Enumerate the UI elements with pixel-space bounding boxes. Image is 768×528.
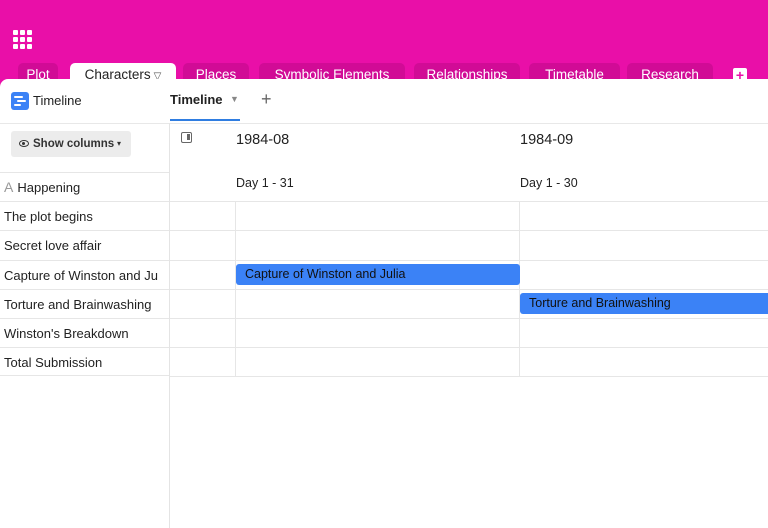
record-list: Show columns ▾ A Happening The plot begin… [0, 123, 170, 528]
chevron-down-icon[interactable]: ▼ [230, 94, 239, 104]
day-range: Day 1 - 30 [520, 176, 578, 190]
month-header: 1984-08 [236, 132, 290, 148]
list-item[interactable]: The plot begins [0, 201, 169, 230]
grid-row-line [170, 376, 768, 377]
apps-menu-icon[interactable] [13, 30, 33, 50]
day-range: Day 1 - 31 [236, 176, 294, 190]
chevron-down-icon: ▾ [117, 139, 122, 148]
view-toolbar: Timeline Timeline ▼ + [0, 79, 768, 124]
eye-icon [19, 140, 29, 147]
list-item[interactable]: Secret love affair [0, 230, 169, 259]
column-header-happening[interactable]: A Happening [0, 172, 169, 201]
active-view-indicator [170, 119, 240, 121]
grid-row-line [170, 318, 768, 319]
show-columns-button[interactable]: Show columns ▾ [11, 131, 131, 157]
view-title: Timeline [33, 93, 82, 108]
main-panel: Timeline Timeline ▼ + Show columns ▾ A Ha… [0, 79, 768, 528]
grid-row-line [170, 201, 768, 202]
grid-row-line [170, 289, 768, 290]
list-item[interactable]: Capture of Winston and Ju [0, 260, 169, 289]
month-header: 1984-09 [520, 132, 574, 148]
grid-row-line [170, 347, 768, 348]
timeline-bar[interactable]: Torture and Brainwashing [520, 293, 768, 314]
grid-row-line [170, 230, 768, 231]
timeline-grid: 1984-08 1984-09 Day 1 - 31 Day 1 - 30 Ca… [170, 123, 768, 528]
list-item[interactable]: Torture and Brainwashing [0, 289, 169, 318]
list-item[interactable]: Total Submission [0, 347, 169, 376]
text-field-icon: A [4, 179, 14, 195]
view-tab-timeline[interactable]: Timeline [170, 92, 223, 107]
timeline-bar[interactable]: Capture of Winston and Julia [236, 264, 520, 285]
collapse-sidebar-icon[interactable] [181, 132, 192, 143]
grid-row-line [170, 260, 768, 261]
list-item[interactable]: Winston's Breakdown [0, 318, 169, 347]
add-view-button[interactable]: + [261, 89, 272, 110]
timeline-icon [11, 92, 29, 110]
